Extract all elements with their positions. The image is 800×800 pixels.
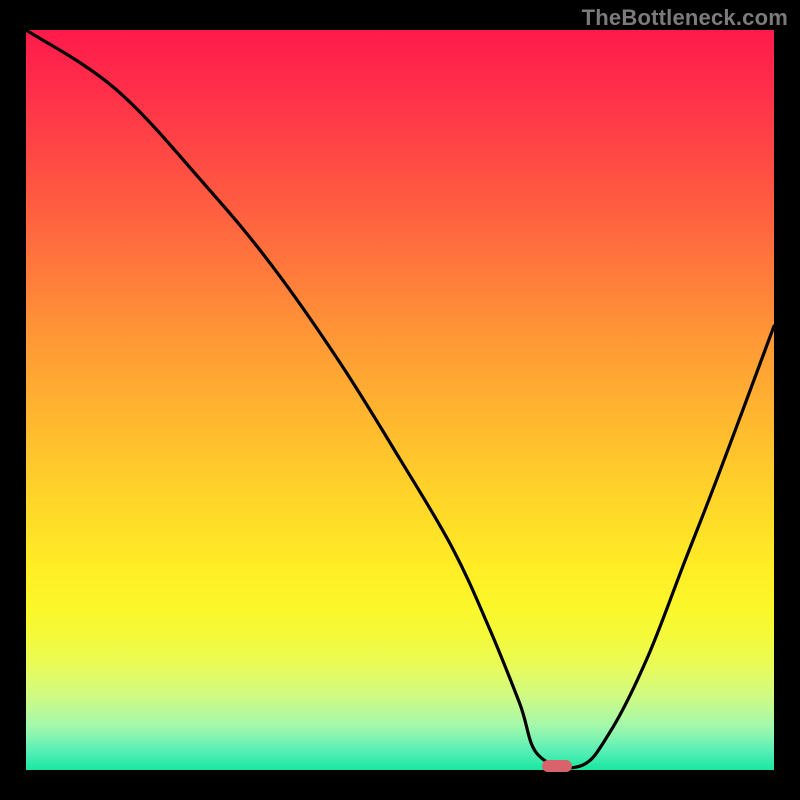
- chart-stage: TheBottleneck.com: [0, 0, 800, 800]
- bottleneck-curve-path: [26, 30, 774, 768]
- optimal-marker: [542, 760, 572, 772]
- plot-area: [26, 30, 774, 770]
- watermark-text: TheBottleneck.com: [582, 5, 788, 31]
- curve-svg: [26, 30, 774, 770]
